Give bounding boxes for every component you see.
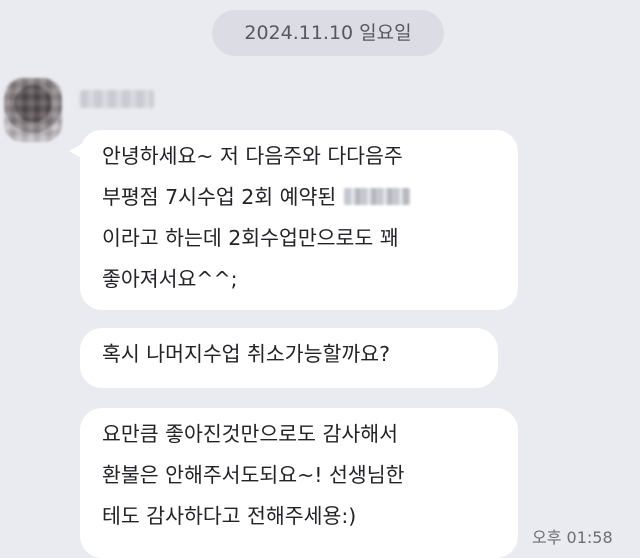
message-line: 혹시 나머지수업 취소가능할까요? — [102, 342, 390, 366]
message-line: 요만큼 좋아진것만으로도 감사해서 — [102, 422, 398, 446]
message-line: 안녕하세요~ 저 다음주와 다다음주 — [102, 144, 403, 168]
date-divider: 2024.11.10 일요일 — [212, 10, 444, 56]
message-line: 부평점 7시수업 2회 예약된 — [102, 177, 496, 218]
message-line: 환불은 안해주서도되요~! 선생님한 — [102, 463, 405, 487]
message-bubble[interactable]: 요만큼 좋아진것만으로도 감사해서 환불은 안해주서도되요~! 선생님한 테도 … — [80, 408, 518, 558]
message-timestamp: 오후 01:58 — [532, 528, 613, 547]
sender-avatar[interactable] — [4, 78, 62, 142]
sender-name-redacted — [80, 90, 154, 108]
message-line: 테도 감사하다고 전해주세용:) — [102, 504, 357, 528]
message-line: 이라고 하는데 2회수업만으로도 꽤 — [102, 226, 399, 250]
redacted-text — [344, 188, 411, 205]
message-line: 좋아져서요^^; — [102, 267, 238, 291]
message-bubble[interactable]: 혹시 나머지수업 취소가능할까요? — [80, 328, 498, 388]
message-bubble[interactable]: 안녕하세요~ 저 다음주와 다다음주 부평점 7시수업 2회 예약된 이라고 하… — [69, 130, 518, 310]
